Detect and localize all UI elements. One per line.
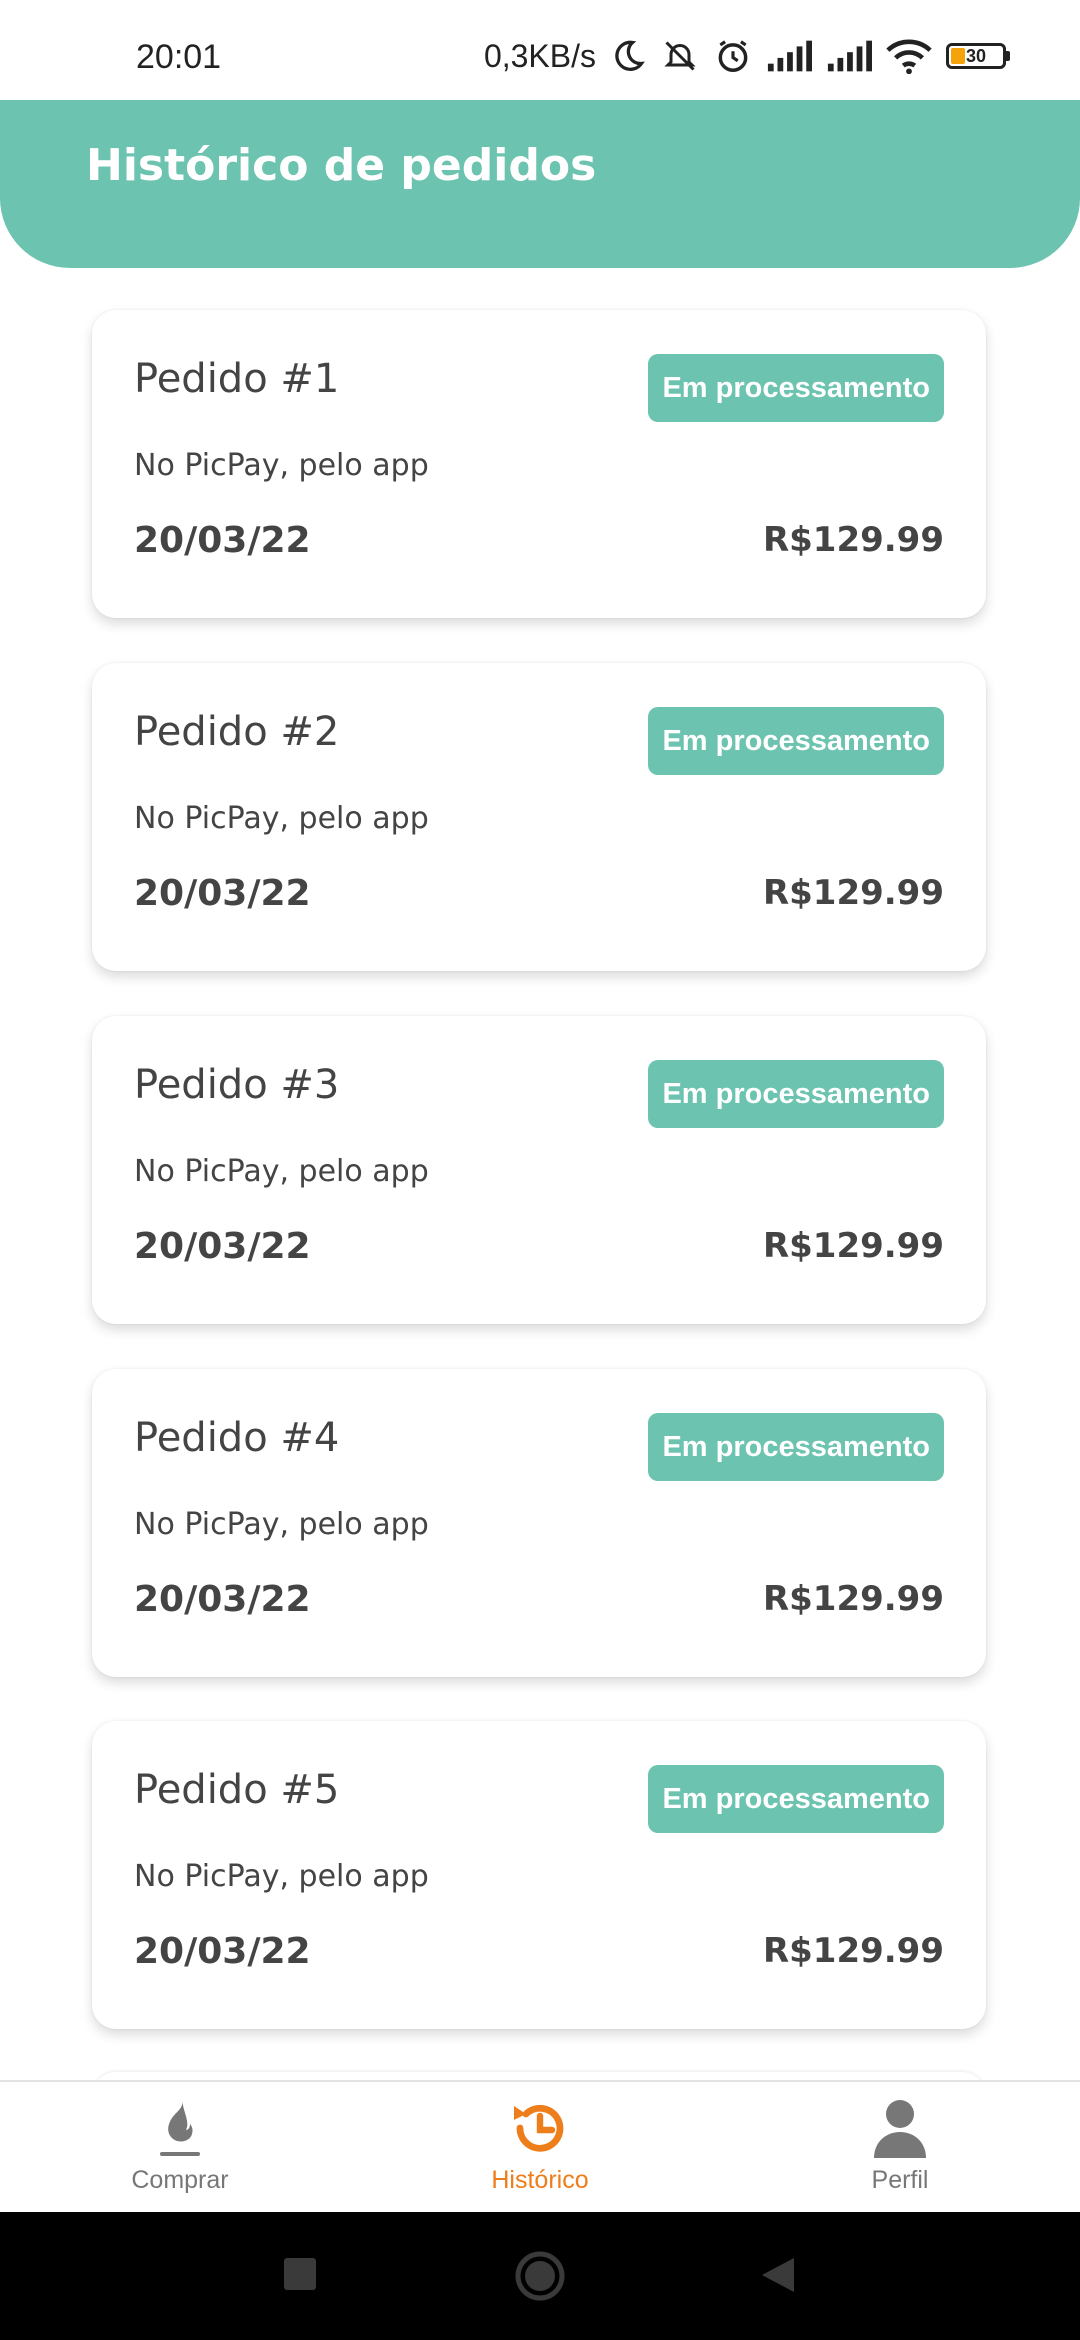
signal-icon (766, 40, 812, 72)
order-date: 20/03/22 (134, 1931, 311, 1972)
signal-icon (826, 40, 872, 72)
system-nav-bar (0, 2212, 1080, 2340)
order-title: Pedido #3 (134, 1062, 340, 1108)
history-icon (430, 2096, 650, 2160)
status-badge: Em processamento (648, 1413, 944, 1481)
payment-method: No PicPay, pelo app (134, 801, 429, 836)
mute-icon (660, 38, 700, 74)
recents-button[interactable] (282, 2256, 318, 2296)
status-badge: Em processamento (648, 1060, 944, 1128)
status-badge: Em processamento (648, 707, 944, 775)
order-price: R$129.99 (762, 873, 944, 913)
nav-item-historico[interactable]: Histórico (430, 2096, 650, 2206)
status-badge: Em processamento (648, 1765, 944, 1833)
order-price: R$129.99 (762, 1931, 944, 1971)
battery-level: 30 (965, 46, 987, 66)
nav-label: Histórico (491, 2166, 589, 2194)
battery-body: 30 (946, 43, 1006, 69)
order-card[interactable]: Pedido #2 Em processamento No PicPay, pe… (92, 663, 986, 971)
payment-method: No PicPay, pelo app (134, 1859, 429, 1894)
moon-icon (610, 38, 646, 74)
battery-icon: 30 (946, 43, 1010, 69)
order-price: R$129.99 (762, 520, 944, 560)
payment-method: No PicPay, pelo app (134, 448, 429, 483)
order-title: Pedido #1 (134, 356, 340, 402)
payment-method: No PicPay, pelo app (134, 1507, 429, 1542)
user-icon (790, 2096, 1010, 2160)
status-badge: Em processamento (648, 354, 944, 422)
bottom-nav: Comprar Histórico Perfil (0, 2080, 1080, 2214)
network-speed: 0,3KB/s (483, 37, 596, 74)
order-date: 20/03/22 (134, 1226, 311, 1267)
order-card[interactable]: Pedido #3 Em processamento No PicPay, pe… (92, 1016, 986, 1324)
nav-label: Comprar (131, 2166, 229, 2194)
alarm-icon (714, 37, 752, 75)
order-card[interactable]: Pedido #5 Em processamento No PicPay, pe… (92, 1721, 986, 2029)
status-time: 20:01 (136, 38, 222, 76)
page-title: Histórico de pedidos (86, 140, 597, 191)
back-button[interactable] (760, 2256, 796, 2298)
order-price: R$129.99 (762, 1579, 944, 1619)
order-date: 20/03/22 (134, 520, 311, 561)
order-date: 20/03/22 (134, 873, 311, 914)
order-title: Pedido #4 (134, 1415, 340, 1461)
wifi-icon (886, 38, 932, 74)
payment-method: No PicPay, pelo app (134, 1154, 429, 1189)
order-title: Pedido #5 (134, 1767, 340, 1813)
order-card[interactable]: Pedido #1 Em processamento No PicPay, pe… (92, 310, 986, 618)
order-date: 20/03/22 (134, 1579, 311, 1620)
status-bar: 20:01 0,3KB/s 30 (0, 0, 1080, 100)
battery-fill (951, 48, 965, 64)
status-icons: 0,3KB/s 30 (484, 34, 1010, 78)
nav-item-comprar[interactable]: Comprar (70, 2096, 290, 2206)
order-price: R$129.99 (762, 1226, 944, 1266)
order-title: Pedido #2 (134, 709, 340, 755)
page-header: Histórico de pedidos (0, 100, 1080, 268)
flame-icon (70, 2096, 290, 2160)
battery-cap (1006, 51, 1010, 61)
home-button[interactable] (514, 2250, 566, 2306)
order-card[interactable]: Pedido #4 Em processamento No PicPay, pe… (92, 1369, 986, 1677)
nav-label: Perfil (871, 2166, 929, 2194)
nav-item-perfil[interactable]: Perfil (790, 2096, 1010, 2206)
